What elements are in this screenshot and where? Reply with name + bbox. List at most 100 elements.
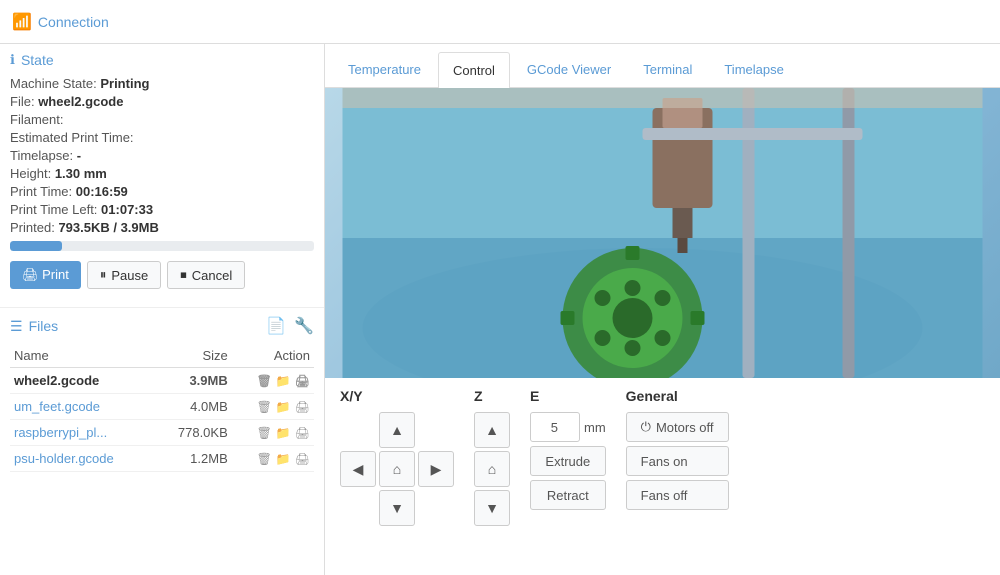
print-time-row: Print Time: 00:16:59 [10, 184, 314, 199]
files-section: ☰ Files 📄 🔧 Name Size Action [0, 308, 324, 575]
folder-icon[interactable]: 📁 [276, 374, 291, 388]
z-up-button[interactable]: ▲ [474, 412, 510, 448]
tab-timelapse[interactable]: Timelapse [709, 51, 798, 87]
height-row: Height: 1.30 mm [10, 166, 314, 181]
print-icon[interactable]: 🖨 [295, 426, 310, 440]
pause-button[interactable]: ⏸ Pause [87, 261, 161, 289]
print-time-left-value: 01:07:33 [101, 202, 153, 217]
folder-icon[interactable]: 📁 [276, 452, 291, 466]
folder-icon[interactable]: 📁 [276, 426, 291, 440]
xy-empty-tl [340, 412, 376, 448]
file-size: 3.9MB [154, 368, 231, 394]
delete-icon[interactable]: 🗑 [257, 374, 272, 388]
xy-empty-br [418, 490, 454, 526]
machine-state-value: Printing [100, 76, 149, 91]
file-name[interactable]: um_feet.gcode [10, 394, 154, 420]
files-actions: 📄 🔧 [266, 316, 314, 336]
general-control-group: General ⏻ Motors off Fans on Fans off [626, 388, 729, 510]
height-label: Height: [10, 166, 51, 181]
e-group: mm Extrude Retract [530, 412, 606, 510]
files-title: ☰ Files [10, 318, 58, 335]
z-control-group: Z ▲ ⌂ ▼ [474, 388, 510, 526]
cancel-icon: ⏹ [180, 267, 187, 283]
print-button[interactable]: 🖨 Print [10, 261, 81, 289]
table-row[interactable]: psu-holder.gcode 1.2MB 🗑 📁 🖨 [10, 446, 314, 472]
info-icon: ℹ [10, 52, 15, 68]
files-header: ☰ Files 📄 🔧 [10, 316, 314, 336]
printer-image [325, 88, 1000, 378]
tab-temperature[interactable]: Temperature [333, 51, 436, 87]
xy-empty-tr [418, 412, 454, 448]
signal-icon: 📶 [12, 12, 32, 32]
progress-bar-fill [10, 241, 62, 251]
xy-label: X/Y [340, 388, 363, 404]
file-actions: 🗑 📁 🖨 [232, 368, 314, 394]
z-jog-group: ▲ ⌂ ▼ [474, 412, 510, 526]
xy-home-button[interactable]: ⌂ [379, 451, 415, 487]
retract-button[interactable]: Retract [530, 480, 606, 510]
controls-area: X/Y ▲ ◀ ⌂ ▶ ▼ Z [325, 378, 1000, 536]
main-content: ℹ State Machine State: Printing File: wh… [0, 44, 1000, 575]
fans-off-button[interactable]: Fans off [626, 480, 729, 510]
filament-row: Filament: [10, 112, 314, 127]
timelapse-row: Timelapse: - [10, 148, 314, 163]
xy-empty-bl [340, 490, 376, 526]
printed-value: 793.5KB / 3.9MB [58, 220, 158, 235]
table-row[interactable]: um_feet.gcode 4.0MB 🗑 📁 🖨 [10, 394, 314, 420]
print-icon[interactable]: 🖨 [295, 452, 310, 466]
tab-gcode-viewer[interactable]: GCode Viewer [512, 51, 626, 87]
connection-link[interactable]: Connection [38, 14, 109, 30]
folder-icon[interactable]: 📁 [276, 400, 291, 414]
files-table: Name Size Action wheel2.gcode 3.9MB 🗑 📁 … [10, 344, 314, 472]
e-control-group: E mm Extrude Retract [530, 388, 606, 510]
file-label: File: [10, 94, 35, 109]
xy-down-button[interactable]: ▼ [379, 490, 415, 526]
tab-content-control: X/Y ▲ ◀ ⌂ ▶ ▼ Z [325, 88, 1000, 575]
printed-label: Printed: [10, 220, 55, 235]
motors-off-button[interactable]: ⏻ Motors off [626, 412, 729, 442]
state-title: State [21, 52, 54, 68]
new-file-icon[interactable]: 📄 [266, 316, 286, 336]
delete-icon[interactable]: 🗑 [257, 426, 272, 440]
table-row[interactable]: wheel2.gcode 3.9MB 🗑 📁 🖨 [10, 368, 314, 394]
print-icon[interactable]: 🖨 [295, 400, 310, 414]
xy-right-button[interactable]: ▶ [418, 451, 454, 487]
xy-up-button[interactable]: ▲ [379, 412, 415, 448]
e-label: E [530, 388, 539, 404]
e-unit: mm [584, 420, 606, 435]
table-row[interactable]: raspberrypi_pl... 778.0KB 🗑 📁 🖨 [10, 420, 314, 446]
xy-left-button[interactable]: ◀ [340, 451, 376, 487]
delete-icon[interactable]: 🗑 [257, 452, 272, 466]
e-value-input[interactable] [530, 412, 580, 442]
e-input-row: mm [530, 412, 606, 442]
xy-control-group: X/Y ▲ ◀ ⌂ ▶ ▼ [340, 388, 454, 526]
file-name[interactable]: psu-holder.gcode [10, 446, 154, 472]
file-value: wheel2.gcode [38, 94, 123, 109]
timelapse-value: - [77, 148, 81, 163]
col-name: Name [10, 344, 154, 368]
file-actions: 🗑 📁 🖨 [232, 420, 314, 446]
state-header: ℹ State [10, 52, 314, 68]
delete-icon[interactable]: 🗑 [257, 400, 272, 414]
tab-control[interactable]: Control [438, 52, 510, 88]
file-size: 1.2MB [154, 446, 231, 472]
machine-state-row: Machine State: Printing [10, 76, 314, 91]
pause-icon: ⏸ [100, 267, 107, 283]
file-name[interactable]: wheel2.gcode [10, 368, 154, 394]
print-time-value: 00:16:59 [76, 184, 128, 199]
print-icon[interactable]: 🖨 [295, 374, 310, 388]
list-icon: ☰ [10, 318, 23, 335]
file-size: 4.0MB [154, 394, 231, 420]
file-name[interactable]: raspberrypi_pl... [10, 420, 154, 446]
tab-terminal[interactable]: Terminal [628, 51, 707, 87]
z-home-button[interactable]: ⌂ [474, 451, 510, 487]
z-down-button[interactable]: ▼ [474, 490, 510, 526]
print-time-left-row: Print Time Left: 01:07:33 [10, 202, 314, 217]
file-row: File: wheel2.gcode [10, 94, 314, 109]
settings-icon[interactable]: 🔧 [294, 316, 314, 336]
extrude-button[interactable]: Extrude [530, 446, 606, 476]
fans-on-button[interactable]: Fans on [626, 446, 729, 476]
printed-row: Printed: 793.5KB / 3.9MB [10, 220, 314, 235]
top-bar: 📶 Connection [0, 0, 1000, 44]
cancel-button[interactable]: ⏹ Cancel [167, 261, 245, 289]
